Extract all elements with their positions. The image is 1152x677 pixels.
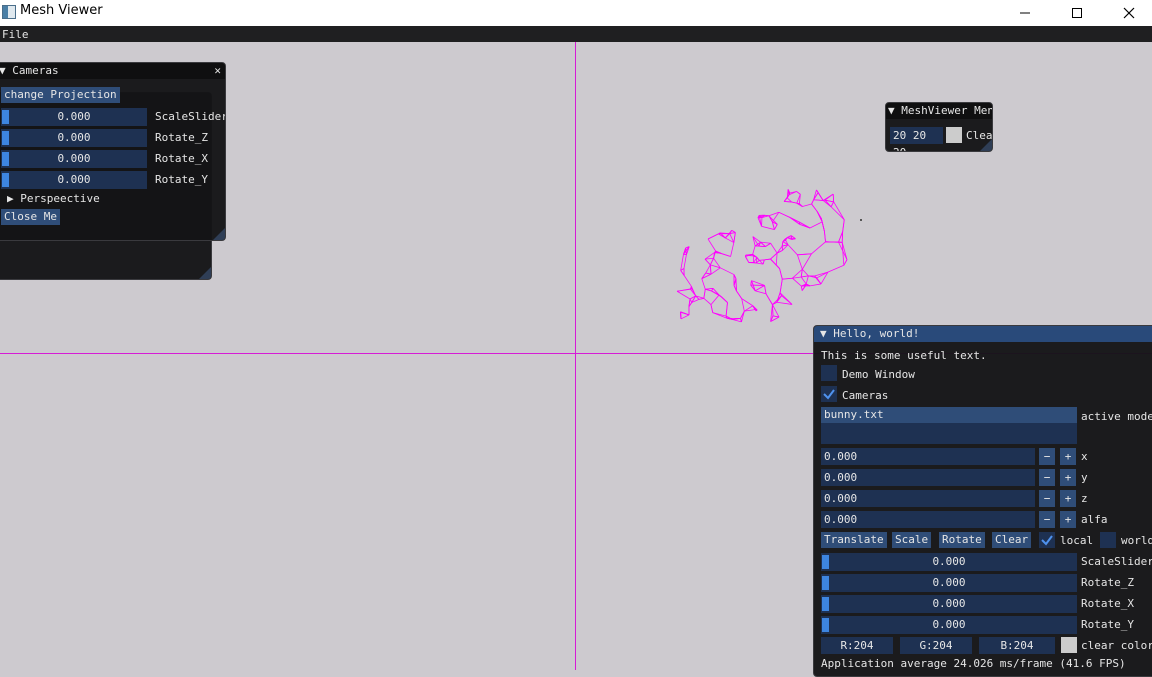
clear-color-label: clear color [1081,639,1152,652]
close-icon [1123,7,1135,19]
color-g-field[interactable]: G:204 [900,637,972,654]
hello-world-title[interactable]: ▼ Hello, world! [814,326,1152,342]
close-icon[interactable]: ✕ [214,63,221,79]
slider-label: Rotate_Z [1081,576,1134,589]
app-icon [2,5,16,19]
clear-color-swatch[interactable] [1061,637,1077,653]
slider-label: ScaleSlider [1081,555,1152,568]
resize-grip[interactable] [199,267,211,279]
meshviewer-color-swatch[interactable] [946,127,962,143]
slider-value: 0.000 [1,152,147,165]
checkmark-icon [1039,532,1055,548]
rotate-z-slider[interactable]: 0.000 [821,574,1077,592]
close-me-button[interactable]: Close Me [1,209,60,225]
translate-button[interactable]: Translate [821,532,887,548]
color-r-field[interactable]: R:204 [821,637,893,654]
bunny-wireframe-mesh [665,180,865,330]
window-close-button[interactable] [1106,0,1152,26]
perspective-tree-node[interactable]: ▶ Perspeective [7,192,100,205]
meshviewer-menu-title[interactable]: ▼ MeshViewer Men [886,103,992,119]
z-decrement-button[interactable]: − [1039,490,1055,507]
checkmark-icon [821,386,837,402]
slider-label: Rotate_Y [155,173,208,186]
cameras-checkbox[interactable] [821,386,837,402]
x-input[interactable]: 0.000 [821,448,1035,465]
world-checkbox[interactable] [1100,532,1116,548]
local-checkbox[interactable] [1039,532,1055,548]
change-projection-button[interactable]: change Projection [1,87,120,103]
slider-value: 0.000 [821,618,1077,631]
alfa-decrement-button[interactable]: − [1039,511,1055,528]
z-label: z [1081,492,1088,505]
world-label: world [1121,534,1152,547]
app-title: Mesh Viewer [20,3,103,18]
mesh-point [860,219,862,221]
slider-value: 0.000 [821,576,1077,589]
vertical-axis-line [575,42,576,670]
alfa-input[interactable]: 0.000 [821,511,1035,528]
slider-label: ScaleSlider [155,110,226,123]
slider-value: 0.000 [1,110,147,123]
z-increment-button[interactable]: + [1060,490,1076,507]
slider-label: Rotate_X [155,152,208,165]
fps-footer: Application average 24.026 ms/frame (41.… [821,657,1126,670]
slider-label: Rotate_Y [1081,618,1134,631]
rotate-button[interactable]: Rotate [939,532,985,548]
app-title-bar: Mesh Viewer [0,0,1152,26]
maximize-icon [1071,7,1083,19]
minimize-button[interactable] [1002,0,1048,26]
x-label: x [1081,450,1088,463]
cameras-label: Cameras [842,389,888,402]
rotate-y-slider[interactable]: 0.000 [821,616,1077,634]
slider-label: Rotate_Z [155,131,208,144]
minimize-icon [1019,7,1031,19]
cameras-window-title-text: ▼ Cameras [0,64,59,77]
menu-bar: File [0,26,1152,42]
active-model-label: active mode [1081,410,1152,423]
camera-scale-slider[interactable]: 0.000 [1,108,147,126]
slider-value: 0.000 [1,173,147,186]
alfa-increment-button[interactable]: + [1060,511,1076,528]
local-label: local [1060,534,1093,547]
slider-label: Rotate_X [1081,597,1134,610]
clear-button[interactable]: Clear [992,532,1031,548]
slider-value: 0.000 [821,555,1077,568]
demo-window-checkbox[interactable] [821,365,837,381]
y-label: y [1081,471,1088,484]
useful-text: This is some useful text. [821,349,987,362]
camera-rotate-x-slider[interactable]: 0.000 [1,150,147,168]
rotate-x-slider[interactable]: 0.000 [821,595,1077,613]
z-input[interactable]: 0.000 [821,490,1035,507]
model-list-item[interactable]: bunny.txt [821,407,1077,423]
resize-grip[interactable] [213,228,225,240]
slider-value: 0.000 [1,131,147,144]
slider-value: 0.000 [821,597,1077,610]
model-listbox[interactable]: bunny.txt [821,407,1077,444]
camera-rotate-y-slider[interactable]: 0.000 [1,171,147,189]
camera-rotate-z-slider[interactable]: 0.000 [1,129,147,147]
hello-world-window: ▼ Hello, world! This is some useful text… [813,325,1152,677]
file-menu[interactable]: File [2,28,29,41]
alfa-label: alfa [1081,513,1108,526]
x-increment-button[interactable]: + [1060,448,1076,465]
resize-grip[interactable] [980,139,992,151]
y-decrement-button[interactable]: − [1039,469,1055,486]
color-b-field[interactable]: B:204 [979,637,1055,654]
meshviewer-menu-window: ▼ MeshViewer Men 20 20 20 Clea [885,102,993,152]
maximize-button[interactable] [1054,0,1100,26]
scale-slider[interactable]: 0.000 [821,553,1077,571]
scale-button[interactable]: Scale [892,532,931,548]
x-decrement-button[interactable]: − [1039,448,1055,465]
hello-world-title-text: ▼ Hello, world! [816,327,919,340]
y-increment-button[interactable]: + [1060,469,1076,486]
meshviewer-values-field[interactable]: 20 20 20 [890,127,943,144]
cameras-window-title[interactable]: ▼ Cameras ✕ [0,63,225,79]
demo-window-label: Demo Window [842,368,915,381]
cameras-window: ▼ Cameras ✕ change Projection 0.000 Scal… [0,62,226,241]
y-input[interactable]: 0.000 [821,469,1035,486]
